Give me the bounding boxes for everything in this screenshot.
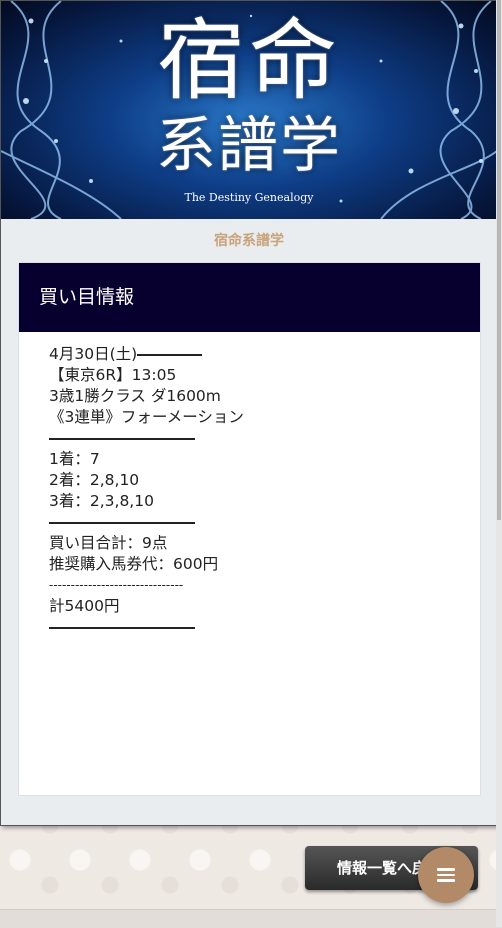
card-body: 4月30日(土) 【東京6R】13:05 3歳1勝クラス ダ1600m 《3連単… — [19, 332, 480, 638]
bet-type: 《3連単》フォーメーション — [49, 408, 244, 426]
menu-icon — [437, 865, 455, 885]
bottom-bar — [0, 909, 502, 928]
third-place: 3着：2,3,8,10 — [49, 492, 154, 510]
banner-subtitle: The Destiny Genealogy — [184, 191, 314, 204]
banner-title-line1: 宿命 — [156, 9, 341, 112]
divider — [49, 626, 195, 629]
total-amount: 計5400円 — [49, 597, 120, 615]
divider — [137, 353, 203, 356]
menu-fab-button[interactable] — [418, 847, 474, 903]
recommended-amount: 推奨購入馬券代：600円 — [49, 555, 219, 573]
divider — [49, 521, 195, 524]
race-date: 4月30日(土) — [49, 345, 138, 363]
race-info: 【東京6R】13:05 — [49, 366, 177, 384]
total-points: 買い目合計：9点 — [49, 534, 168, 552]
header-banner: 宿命 系譜学 The Destiny Genealogy — [1, 1, 497, 219]
content-frame: 宿命 系譜学 The Destiny Genealogy 宿命系譜学 買い目情報… — [0, 0, 498, 826]
divider-line — [49, 512, 480, 533]
divider-line — [49, 428, 480, 449]
bet-info-card: 買い目情報 4月30日(土) 【東京6R】13:05 3歳1勝クラス ダ1600… — [18, 262, 481, 796]
banner-title-line2: 系譜学 — [156, 111, 342, 181]
card-title: 買い目情報 — [19, 263, 480, 332]
race-class: 3歳1勝クラス ダ1600m — [49, 387, 221, 405]
scrollbar-thumb[interactable] — [497, 0, 501, 520]
site-name-link[interactable]: 宿命系譜学 — [1, 230, 497, 250]
second-place: 2着：2,8,10 — [49, 471, 140, 489]
first-place: 1着：7 — [49, 450, 100, 468]
divider — [49, 437, 195, 440]
divider-line — [49, 617, 480, 638]
race-date-line: 4月30日(土) — [49, 344, 480, 365]
dashed-divider: ------------------------------- — [49, 578, 184, 592]
